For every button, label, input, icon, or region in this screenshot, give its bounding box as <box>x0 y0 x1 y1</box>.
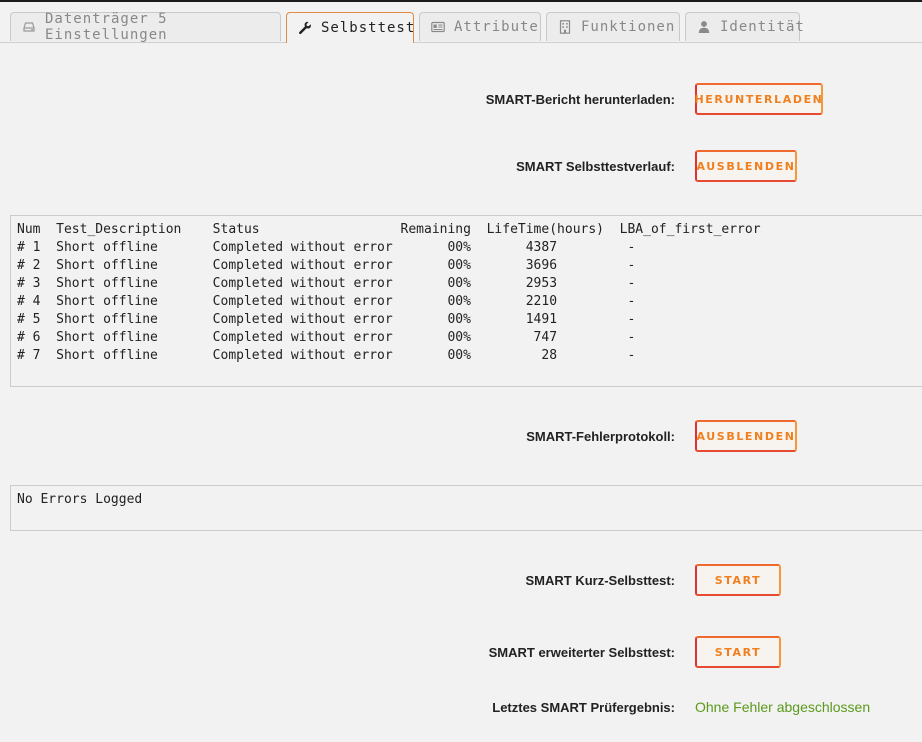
download-report-button[interactable]: HERUNTERLADEN <box>695 83 823 115</box>
last-result-row: Letztes SMART Prüfergebnis: Ohne Fehler … <box>0 692 922 722</box>
error-log-output: No Errors Logged <box>17 492 143 507</box>
error-log-panel: No Errors Logged <box>10 485 922 531</box>
tab-attributes[interactable]: Attribute <box>419 12 541 41</box>
tab-label: Datenträger 5 Einstellungen <box>45 11 168 43</box>
selftest-log-panel: Num Test_Description Status Remaining Li… <box>10 215 922 387</box>
start-extended-test-button[interactable]: START <box>695 636 781 668</box>
tab-functions[interactable]: Funktionen <box>546 12 680 41</box>
error-log-label: SMART-Fehlerprotokoll: <box>526 428 675 444</box>
building-icon <box>558 20 572 34</box>
extended-test-row: SMART erweiterter Selbsttest: START <box>0 636 922 668</box>
tab-disk-settings[interactable]: Datenträger 5 Einstellungen <box>10 11 281 43</box>
wrench-icon <box>298 21 312 35</box>
last-result-value: Ohne Fehler abgeschlossen <box>695 699 871 715</box>
tab-label: Selbsttest <box>321 20 416 36</box>
tab-selftest[interactable]: Selbsttest <box>286 12 414 43</box>
hide-error-log-button[interactable]: AUSBLENDEN <box>695 420 797 452</box>
tab-label: Attribute <box>454 19 539 35</box>
report-download-row: SMART-Bericht herunterladen: HERUNTERLAD… <box>0 83 922 115</box>
tab-label: Identität <box>720 19 805 35</box>
top-border <box>0 0 922 2</box>
error-log-row: SMART-Fehlerprotokoll: AUSBLENDEN <box>0 420 922 452</box>
user-icon <box>697 20 711 34</box>
hide-selftest-log-button[interactable]: AUSBLENDEN <box>695 150 797 182</box>
id-card-icon <box>431 20 445 34</box>
selftest-log-row: SMART Selbsttestverlauf: AUSBLENDEN <box>0 150 922 182</box>
last-result-label: Letztes SMART Prüfergebnis: <box>492 699 675 715</box>
hdd-icon <box>22 20 36 34</box>
short-test-label: SMART Kurz-Selbsttest: <box>525 572 675 588</box>
report-download-label: SMART-Bericht herunterladen: <box>485 91 675 107</box>
selftest-log-label: SMART Selbsttestverlauf: <box>516 158 675 174</box>
tab-identity[interactable]: Identität <box>685 12 804 41</box>
tab-bar: Datenträger 5 Einstellungen Selbsttest A… <box>0 11 922 43</box>
tab-label: Funktionen <box>581 19 676 35</box>
start-short-test-button[interactable]: START <box>695 564 781 596</box>
short-test-row: SMART Kurz-Selbsttest: START <box>0 564 922 596</box>
selftest-log-output: Num Test_Description Status Remaining Li… <box>17 222 761 363</box>
extended-test-label: SMART erweiterter Selbsttest: <box>488 644 675 660</box>
